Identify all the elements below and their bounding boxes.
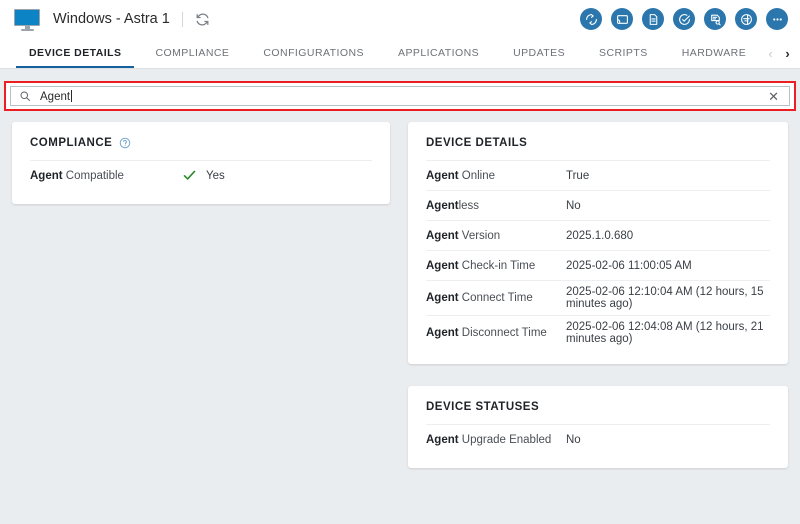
refresh-icon[interactable] [194,11,211,28]
tab-list: DEVICE DETAILS COMPLIANCE CONFIGURATIONS… [0,38,762,68]
table-row: Agent Version 2025.1.0.680 [426,220,770,250]
clear-search-button[interactable]: ✕ [766,90,781,103]
row-label: Agent Connect Time [426,292,566,304]
search-icon [19,90,31,102]
more-actions-icon[interactable] [766,8,788,30]
row-label-rest: less [458,199,480,212]
compliance-card: COMPLIANCE Agent Compatible Yes [12,122,390,204]
tab-scripts[interactable]: SCRIPTS [582,38,665,68]
row-label-match: Agent [426,229,459,242]
row-value: True [566,169,590,182]
tab-compliance[interactable]: COMPLIANCE [138,38,246,68]
row-label-rest: Online [458,169,496,182]
tab-applications[interactable]: APPLICATIONS [381,38,496,68]
tab-device-details[interactable]: DEVICE DETAILS [12,38,138,68]
table-row: Agentless No [426,190,770,220]
content-area: COMPLIANCE Agent Compatible Yes DEVICE D… [0,122,800,524]
page-title: Windows - Astra 1 [53,11,170,27]
row-label: Agent Online [426,170,566,182]
chevron-left-icon[interactable]: ‹ [762,47,779,60]
row-value: No [566,433,581,446]
tab-bar: DEVICE DETAILS COMPLIANCE CONFIGURATIONS… [0,38,800,69]
row-label-match: Agent [426,199,459,212]
row-label-match: Agent [426,259,459,272]
row-label: Agent Disconnect Time [426,327,566,339]
monitor-icon [14,8,40,31]
device-details-card-title: DEVICE DETAILS [426,137,528,149]
row-value: Yes [182,168,225,183]
device-details-card: DEVICE DETAILS Agent Online True Agentle… [408,122,788,364]
chevron-right-icon[interactable]: › [779,47,796,60]
tab-updates[interactable]: UPDATES [496,38,582,68]
row-value-text: Yes [206,169,225,182]
table-row: Agent Online True [426,160,770,190]
table-row: Agent Compatible Yes [30,160,372,190]
check-circle-icon[interactable] [673,8,695,30]
row-label-rest: Connect Time [458,292,533,304]
left-column: COMPLIANCE Agent Compatible Yes [12,122,390,524]
row-label: Agentless [426,200,566,212]
search-input-value: Agent [40,89,73,103]
row-label: Agent Check-in Time [426,260,566,272]
row-label-rest: Compatible [62,169,124,182]
device-query-icon[interactable] [704,8,726,30]
row-label-match: Agent [426,169,459,182]
tab-hardware[interactable]: HARDWARE [665,38,762,68]
search-input[interactable]: Agent ✕ [10,86,790,106]
row-value: No [566,199,581,212]
table-row: Agent Check-in Time 2025-02-06 11:00:05 … [426,250,770,280]
title-divider [181,11,183,27]
row-label-match: Agent [426,433,459,446]
device-statuses-card-header: DEVICE STATUSES [426,401,770,413]
right-column: DEVICE DETAILS Agent Online True Agentle… [408,122,788,524]
row-label-rest: Upgrade Enabled [458,433,552,446]
search-text: Agent [40,90,71,103]
tab-configurations[interactable]: CONFIGURATIONS [246,38,381,68]
table-row: Agent Upgrade Enabled No [426,424,770,454]
header-toolbar [580,8,788,30]
sync-device-icon[interactable] [580,8,602,30]
device-statuses-card: DEVICE STATUSES Agent Upgrade Enabled No [408,386,788,468]
help-circle-icon[interactable] [119,137,131,149]
table-row: Agent Disconnect Time 2025-02-06 12:04:0… [426,315,770,350]
row-value: 2025-02-06 11:00:05 AM [566,259,692,272]
compliance-card-header: COMPLIANCE [30,137,372,149]
row-label-rest: Version [458,229,501,242]
remote-view-icon[interactable] [611,8,633,30]
device-tag-icon[interactable] [735,8,757,30]
row-label-match: Agent [30,169,63,182]
device-details-card-header: DEVICE DETAILS [426,137,770,149]
row-label: Agent Version [426,230,566,242]
app-header: Windows - Astra 1 [0,0,800,38]
text-caret [71,89,73,102]
table-row: Agent Connect Time 2025-02-06 12:10:04 A… [426,280,770,315]
row-label: Agent Compatible [30,170,182,182]
row-value: 2025-02-06 12:10:04 AM (12 hours, 15 min… [566,286,764,310]
row-value: 2025-02-06 12:04:08 AM (12 hours, 21 min… [566,321,764,345]
row-label-match: Agent [426,327,459,339]
row-label-match: Agent [426,292,459,304]
row-label-rest: Disconnect Time [458,327,547,339]
row-value: 2025.1.0.680 [566,229,634,242]
check-mark-icon [182,168,197,183]
compliance-card-title: COMPLIANCE [30,137,113,149]
row-label: Agent Upgrade Enabled [426,434,566,446]
tab-scroll-controls: ‹ › [762,38,800,68]
row-label-rest: Check-in Time [458,259,536,272]
device-notes-icon[interactable] [642,8,664,30]
device-statuses-card-title: DEVICE STATUSES [426,401,540,413]
search-highlight-box: Agent ✕ [4,81,796,111]
